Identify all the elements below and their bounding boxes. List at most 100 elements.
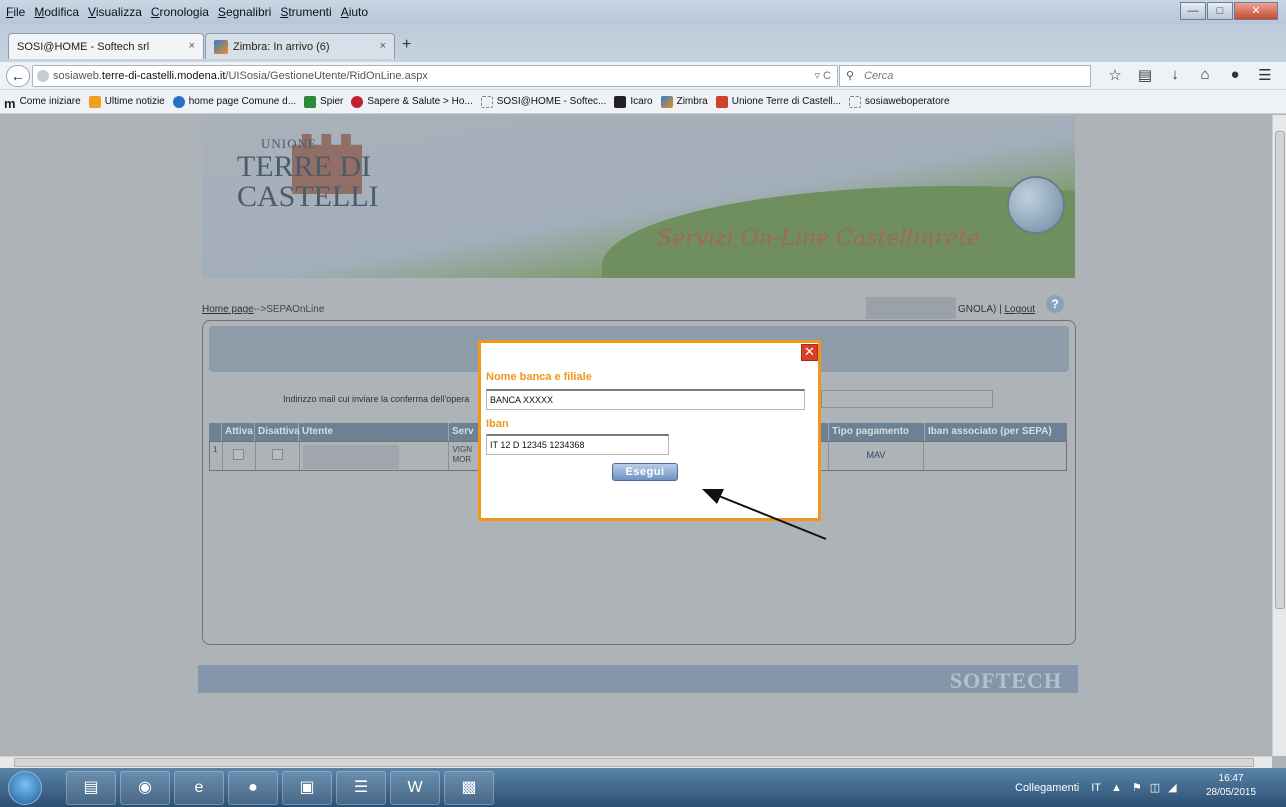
heart-icon — [351, 95, 364, 108]
bookmark-come-iniziare[interactable]: m Come iniziare — [4, 95, 81, 111]
bookmark-spier[interactable]: Spier — [304, 95, 343, 108]
annotation-arrow-icon — [702, 489, 827, 540]
header-banner: UNIONE TERRE DI CASTELLI Servizi On-Line… — [202, 116, 1075, 278]
folder-icon[interactable]: ▣ — [282, 771, 332, 805]
zimbra-icon — [660, 95, 673, 108]
horizontal-scrollbar[interactable] — [0, 756, 1272, 768]
vertical-scrollbar[interactable] — [1272, 115, 1286, 756]
close-tab-icon[interactable]: × — [189, 40, 195, 52]
close-tab-icon[interactable]: × — [380, 40, 386, 52]
bank-name-input[interactable] — [486, 389, 805, 410]
tray-label[interactable]: Collegamenti — [1015, 782, 1079, 794]
hamburger-menu-icon[interactable]: ☰ — [1250, 66, 1280, 84]
minimize-icon[interactable]: — — [1180, 2, 1206, 20]
url-bar[interactable]: sosiaweb.terre-di-castelli.modena.it/UIS… — [32, 65, 838, 87]
navigation-bar: ← sosiaweb.terre-di-castelli.modena.it/U… — [0, 62, 1286, 90]
monitor-icon[interactable]: ◫ — [1150, 781, 1160, 794]
logout-link[interactable]: Logout — [1005, 304, 1036, 315]
window-controls: — □ ✕ — [1179, 2, 1278, 20]
bookmark-ultime-notizie[interactable]: Ultime notizie — [88, 95, 165, 108]
tab-label: Zimbra: In arrivo (6) — [233, 40, 330, 53]
system-tray: Collegamenti IT ▲ ⚑ ◫ ◢ — [1015, 768, 1177, 807]
language-indicator[interactable]: IT — [1091, 782, 1101, 794]
mail-label: Indirizzo mail cui inviare la conferma d… — [283, 394, 470, 404]
menu-bar: File Modifica Visualizza Cronologia Segn… — [0, 0, 1286, 24]
tab-zimbra[interactable]: Zimbra: In arrivo (6) × — [205, 33, 395, 59]
search-icon: ⚲ — [846, 70, 855, 82]
tab-bar: SOSI@HOME - Softech srl × Zimbra: In arr… — [0, 24, 1286, 62]
chevron-up-icon[interactable]: ▲ — [1111, 782, 1122, 794]
reload-icon[interactable]: ▿ C — [814, 66, 831, 86]
col-utente: Utente — [299, 423, 449, 441]
search-input[interactable]: ⚲ Cerca — [839, 65, 1091, 87]
bookmark-unione-terre[interactable]: Unione Terre di Castell... — [715, 95, 841, 108]
back-arrow-icon[interactable]: ← — [6, 65, 30, 87]
download-icon[interactable]: ↓ — [1160, 66, 1190, 84]
breadcrumb-home-link[interactable]: Home page — [202, 304, 254, 315]
help-icon[interactable]: ? — [1046, 295, 1064, 313]
menu-strumenti[interactable]: Strumenti — [280, 5, 331, 19]
close-window-icon[interactable]: ✕ — [1234, 2, 1278, 20]
internet-explorer-icon[interactable]: e — [174, 771, 224, 805]
bookmark-icaro[interactable]: Icaro — [614, 95, 653, 108]
bookmark-star-icon[interactable]: ☆ — [1100, 66, 1130, 84]
globe-icon — [37, 70, 49, 82]
reading-list-icon[interactable]: ▤ — [1130, 66, 1160, 84]
bookmark-sosiaweboperatore[interactable]: sosiaweboperatore — [849, 95, 950, 108]
tab-sosi-home[interactable]: SOSI@HOME - Softech srl × — [8, 33, 204, 59]
page-icon — [480, 95, 493, 108]
maximize-icon[interactable]: □ — [1207, 2, 1233, 20]
chat-icon[interactable]: ● — [1220, 66, 1250, 84]
redacted-utente — [302, 445, 399, 469]
rss-icon — [88, 95, 101, 108]
iban-label: Iban — [486, 418, 509, 430]
volume-icon[interactable]: ◢ — [1168, 781, 1176, 794]
m-logo-icon: m — [4, 95, 16, 111]
mail-input[interactable] — [821, 390, 993, 408]
clock[interactable]: 16:47 28/05/2015 — [1206, 772, 1256, 800]
bank-label: Nome banca e filiale — [486, 371, 592, 383]
drupal-icon — [172, 95, 185, 108]
menu-visualizza[interactable]: Visualizza — [88, 5, 142, 19]
flag-icon — [304, 95, 317, 108]
redacted-user-name — [866, 297, 956, 319]
menu-cronologia[interactable]: Cronologia — [151, 5, 209, 19]
media-icon[interactable]: ◉ — [120, 771, 170, 805]
softech-logo: SOFTECH — [949, 668, 1062, 693]
firefox-icon[interactable]: ● — [228, 771, 278, 805]
explorer-icon[interactable]: ▤ — [66, 771, 116, 805]
menu-segnalibri[interactable]: Segnalibri — [218, 5, 271, 19]
servizi-online-title: Servizi On-Line Castellinrete — [657, 226, 980, 251]
castle-icon — [715, 95, 728, 108]
windows-taskbar: ▤ ◉ e ● ▣ ☰ W ▩ Collegamenti IT ▲ ⚑ ◫ ◢ … — [0, 768, 1286, 807]
menu-modifica[interactable]: Modifica — [34, 5, 79, 19]
globe-icon — [1007, 176, 1065, 234]
word-icon[interactable]: W — [390, 771, 440, 805]
flag-icon[interactable]: ⚑ — [1132, 781, 1142, 794]
bookmark-sapere-salute[interactable]: Sapere & Salute > Ho... — [351, 95, 473, 108]
bookmarks-bar: m Come iniziare Ultime notizie home page … — [0, 90, 1286, 114]
col-tipo-pagamento: Tipo pagamento — [829, 423, 925, 441]
breadcrumb: Home page-->SEPAOnLine — [202, 304, 325, 315]
col-attiva: Attiva — [222, 423, 255, 441]
home-icon[interactable]: ⌂ — [1190, 66, 1220, 84]
iban-input[interactable] — [486, 434, 669, 455]
menu-file[interactable]: File — [6, 5, 25, 19]
network-icon[interactable]: ▩ — [444, 771, 494, 805]
close-icon[interactable]: ✕ — [801, 344, 818, 361]
bookmark-sosi-home[interactable]: SOSI@HOME - Softec... — [480, 95, 606, 108]
menu-aiuto[interactable]: Aiuto — [341, 5, 368, 19]
col-disattiva: Disattiva — [255, 423, 300, 441]
attiva-checkbox[interactable] — [233, 449, 245, 460]
bookmark-zimbra[interactable]: Zimbra — [660, 95, 708, 108]
tab-label: SOSI@HOME - Softech srl — [17, 40, 150, 53]
col-iban-associato: Iban associato (per SEPA) — [928, 426, 1052, 437]
footer-bar: SOFTECH — [198, 665, 1078, 693]
esegui-button[interactable]: Esegui — [612, 463, 678, 481]
disattiva-checkbox[interactable] — [271, 449, 283, 460]
new-tab-button[interactable]: + — [402, 36, 411, 54]
bookmark-home-page-comune[interactable]: home page Comune d... — [172, 95, 296, 108]
notepad-icon[interactable]: ☰ — [336, 771, 386, 805]
start-button[interactable] — [8, 771, 42, 805]
icaro-icon — [614, 95, 627, 108]
